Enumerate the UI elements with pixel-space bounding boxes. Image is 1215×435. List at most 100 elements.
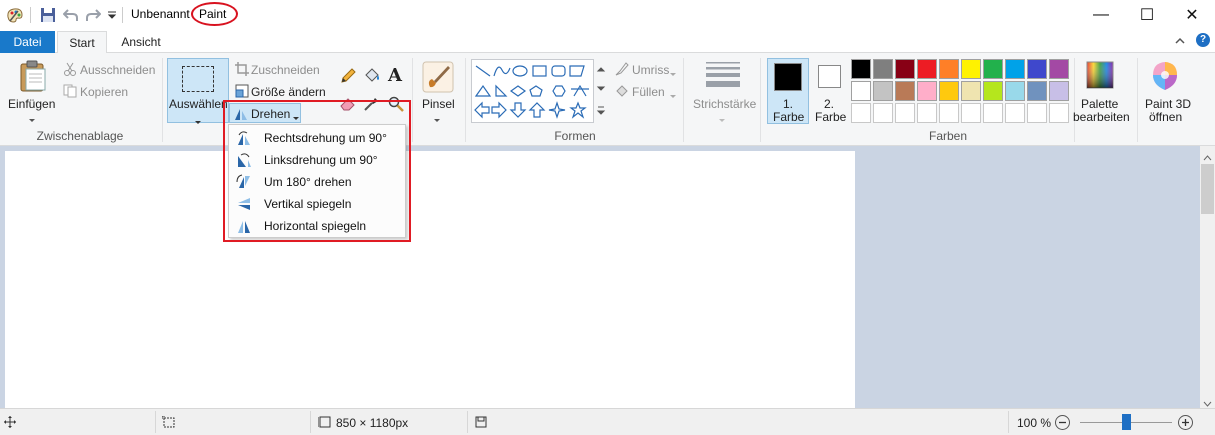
color-swatch[interactable]	[873, 81, 893, 101]
undo-icon[interactable]	[62, 6, 80, 24]
color2-swatch[interactable]	[818, 65, 841, 88]
color-swatch[interactable]	[1027, 81, 1047, 101]
custom-color-slot[interactable]	[1027, 103, 1047, 123]
crop-button[interactable]: Zuschneiden	[251, 63, 320, 77]
image-size-icon	[317, 416, 331, 431]
copy-button[interactable]: Kopieren	[80, 85, 128, 99]
tab-file[interactable]: Datei	[0, 31, 55, 53]
edit-colors-icon[interactable]	[1086, 61, 1114, 92]
fill-dropdown-icon	[669, 89, 677, 103]
custom-color-slot[interactable]	[961, 103, 981, 123]
help-icon[interactable]: ?	[1196, 33, 1210, 47]
canvas-workspace	[0, 146, 1200, 411]
colors-group-label: Farben	[928, 129, 968, 143]
minimize-button[interactable]: —	[1078, 0, 1124, 30]
shapes-group-label: Formen	[554, 129, 596, 143]
custom-color-slot[interactable]	[983, 103, 1003, 123]
shapes-scroll-icon	[596, 67, 606, 115]
size-button[interactable]: Strichstärke	[693, 97, 756, 111]
custom-color-slot[interactable]	[851, 103, 871, 123]
outline-button[interactable]: Umriss	[632, 63, 669, 77]
pencil-icon[interactable]	[340, 68, 356, 87]
document-title: Unbenannt	[131, 7, 190, 21]
close-icon: ✕	[1185, 7, 1199, 24]
color-swatch[interactable]	[1027, 59, 1047, 79]
status-divider	[1008, 411, 1009, 433]
zoom-level: 100 %	[1017, 416, 1052, 430]
status-bar: 850 × 1180px 100 %	[0, 408, 1215, 435]
color-swatch[interactable]	[851, 59, 871, 79]
color-swatch[interactable]	[917, 81, 937, 101]
collapse-ribbon-icon[interactable]	[1175, 35, 1185, 49]
selection-size-icon	[161, 415, 175, 431]
color-swatch[interactable]	[939, 59, 959, 79]
brushes-button[interactable]: Pinsel	[422, 97, 455, 111]
custom-color-slot[interactable]	[1005, 103, 1025, 123]
color-swatch[interactable]	[961, 59, 981, 79]
color-swatch[interactable]	[1049, 81, 1069, 101]
title-bar: Unbenannt Paint — ☐ ✕	[0, 0, 1215, 31]
fill-button[interactable]: Füllen	[632, 85, 665, 99]
paint-app-icon[interactable]	[6, 6, 24, 24]
vertical-scrollbar[interactable]	[1200, 146, 1215, 408]
annotation-highlight-box	[223, 100, 411, 242]
group-divider	[162, 58, 163, 142]
close-button[interactable]: ✕	[1169, 0, 1215, 30]
color-swatch[interactable]	[983, 59, 1003, 79]
color-swatch[interactable]	[1005, 81, 1025, 101]
resize-button[interactable]: Größe ändern	[251, 85, 326, 99]
cut-icon	[63, 62, 77, 79]
scroll-thumb[interactable]	[1201, 164, 1214, 214]
color-swatch[interactable]	[983, 81, 1003, 101]
resize-icon	[235, 84, 249, 101]
color-swatch[interactable]	[1005, 59, 1025, 79]
custom-color-slot[interactable]	[895, 103, 915, 123]
zoom-out-button[interactable]	[1055, 415, 1070, 430]
color-swatch[interactable]	[895, 81, 915, 101]
fill-bucket-icon[interactable]	[363, 67, 381, 86]
shapes-scroll[interactable]	[593, 59, 607, 123]
maximize-button[interactable]: ☐	[1124, 0, 1170, 30]
customize-toolbar-chevron-icon[interactable]	[103, 6, 121, 24]
edit-colors-label-line2[interactable]: bearbeiten	[1073, 110, 1130, 124]
clipboard-group-label: Zwischenablage	[36, 129, 124, 143]
edit-colors-label-line1[interactable]: Palette	[1081, 97, 1118, 111]
copy-icon	[63, 84, 77, 101]
color-swatch[interactable]	[895, 59, 915, 79]
select-button[interactable]: Auswählen	[167, 58, 229, 124]
scroll-up-icon[interactable]	[1203, 150, 1212, 164]
color-swatch[interactable]	[851, 81, 871, 101]
redo-icon[interactable]	[84, 6, 102, 24]
color-swatch[interactable]	[917, 59, 937, 79]
brushes-dropdown-icon[interactable]	[433, 113, 441, 127]
tab-home[interactable]: Start	[57, 31, 107, 54]
color-swatch[interactable]	[873, 59, 893, 79]
zoom-in-button[interactable]	[1178, 415, 1193, 430]
custom-color-slot[interactable]	[939, 103, 959, 123]
paint3d-icon[interactable]	[1151, 61, 1179, 94]
paste-button[interactable]: Einfügen	[8, 97, 55, 111]
color1-button[interactable]: 1. Farbe	[767, 58, 809, 124]
outline-icon	[615, 62, 629, 79]
custom-color-slot[interactable]	[1049, 103, 1069, 123]
text-tool-icon[interactable]: A	[388, 65, 402, 86]
paint3d-label-line2[interactable]: öffnen	[1149, 110, 1182, 124]
shapes-gallery[interactable]	[471, 59, 607, 123]
zoom-slider-thumb[interactable]	[1122, 414, 1131, 430]
brush-icon[interactable]	[422, 61, 454, 96]
size-dropdown-icon	[718, 113, 726, 127]
paste-dropdown-icon[interactable]	[28, 113, 36, 127]
paint3d-label-line1[interactable]: Paint 3D	[1145, 97, 1191, 111]
tab-view[interactable]: Ansicht	[110, 31, 172, 53]
custom-color-slot[interactable]	[917, 103, 937, 123]
save-icon[interactable]	[39, 6, 57, 24]
drawing-canvas[interactable]	[5, 151, 855, 411]
paste-icon[interactable]	[18, 60, 48, 95]
cut-button[interactable]: Ausschneiden	[80, 63, 155, 77]
color-swatch[interactable]	[961, 81, 981, 101]
color-swatch[interactable]	[1049, 59, 1069, 79]
file-size-icon	[475, 416, 487, 431]
custom-color-slot[interactable]	[873, 103, 893, 123]
outline-dropdown-icon	[669, 67, 677, 81]
color-swatch[interactable]	[939, 81, 959, 101]
